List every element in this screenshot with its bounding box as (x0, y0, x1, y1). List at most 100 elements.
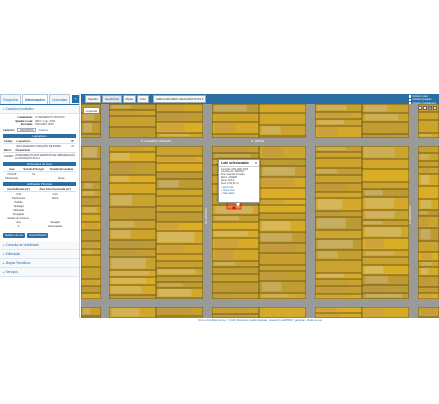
detalhes-lote-button[interactable]: Detalhes do Lote (3, 233, 26, 239)
footer-links[interactable]: Termo e Condições de Uso · © 2020 | Sist… (81, 318, 439, 324)
parcel-lot[interactable] (418, 146, 439, 153)
parcel-lot[interactable] (315, 158, 362, 168)
building-roof (215, 308, 249, 313)
cadastro-link[interactable]: Cadastro (38, 129, 48, 132)
parcel-lot[interactable] (259, 213, 306, 220)
building-roof (83, 207, 97, 213)
building-roof (364, 105, 388, 112)
tab-informacoes[interactable]: Informações (21, 94, 49, 104)
zoom-out-icon[interactable]: - (423, 106, 427, 110)
building-roof (262, 282, 282, 292)
parcel-lot[interactable] (259, 205, 306, 213)
parcel-lot[interactable] (156, 212, 203, 222)
cadastro-info: Loteamento: LOTEAMENTO CENTRO Quadra / Lo… (3, 116, 76, 228)
aerial-parcel-map[interactable]: R. SAGRADO CORAÇÃO R. JARDIMAV. CENTRAL R.… (81, 104, 439, 318)
parcel-lot[interactable] (81, 286, 101, 293)
parcel-lot[interactable] (81, 255, 101, 267)
section-consulta-header[interactable]: ▸Consulta de Viabilidade (0, 241, 79, 251)
section-mapas-header[interactable]: ▸Mapas Temáticos (0, 259, 79, 269)
section-cadastro-header[interactable]: ▾Cadastro Imobiliário (0, 105, 79, 114)
parcel-lot[interactable] (156, 276, 203, 282)
parcel-lot[interactable] (109, 116, 156, 127)
parcel-lot[interactable] (81, 293, 101, 299)
geoportal-button[interactable]: GeoPortal (102, 95, 122, 103)
parcel-lot[interactable] (259, 104, 306, 113)
parcel-lot[interactable] (259, 307, 306, 318)
popup-link-more[interactable]: + Mais dados (221, 193, 257, 196)
parcel-lot[interactable] (156, 163, 203, 172)
building-roof (363, 147, 396, 158)
parcel-lot[interactable] (315, 230, 362, 239)
chevron-down-icon: ▾ (201, 97, 204, 101)
parcel-lot[interactable] (109, 127, 156, 138)
parcel-lot[interactable] (315, 175, 362, 183)
section-servicos-header[interactable]: ▸Serviços (0, 268, 79, 278)
parcel-lot[interactable] (212, 282, 259, 293)
building-roof (365, 198, 394, 209)
building-roof (157, 269, 196, 275)
legend-button[interactable]: Legenda (83, 107, 100, 114)
building-roof (365, 276, 388, 284)
parcel-lot[interactable] (362, 122, 409, 134)
building-roof (158, 289, 192, 297)
parcel-lot[interactable] (259, 159, 306, 166)
parcel-lot[interactable] (81, 267, 101, 279)
parcel-lot[interactable] (259, 188, 306, 199)
map-viewport[interactable]: Satélite GeoPortal Mapa Foto SIMULADORES… (81, 94, 439, 318)
building-roof (262, 294, 289, 298)
satelite-button[interactable]: Satélite (85, 95, 102, 103)
parcel-lot[interactable] (212, 222, 259, 230)
parcel-lot[interactable] (212, 267, 259, 274)
tab-consultas[interactable]: Consultas (49, 94, 71, 104)
parcel-lot[interactable] (362, 257, 409, 265)
foto-button[interactable]: Foto (137, 95, 150, 103)
parcel-lot[interactable] (156, 206, 203, 212)
parcel-lot[interactable] (315, 260, 362, 273)
building-roof (317, 212, 339, 216)
parcel-lot[interactable] (212, 113, 259, 122)
simuladores-dropdown[interactable]: SIMULADORES GEOGRÁFICOS ▾ (153, 95, 207, 103)
parcel-lot[interactable] (156, 189, 203, 196)
building-roof (420, 200, 432, 209)
zoom-in-icon[interactable]: + (418, 106, 422, 110)
parcel-lot[interactable] (362, 169, 409, 182)
cadastro-select[interactable]: 0012345678 (17, 127, 37, 133)
parcel-lot[interactable] (81, 134, 101, 138)
parcel-lot[interactable] (259, 113, 306, 125)
parcel-lot[interactable] (362, 182, 409, 189)
parcel-lot[interactable] (418, 241, 439, 252)
layers-icon[interactable]: □ (433, 106, 437, 110)
parcel-lot[interactable] (315, 152, 362, 158)
parcel-lot[interactable] (362, 159, 409, 169)
parcel-lot[interactable] (156, 146, 203, 156)
section-edificacao-header[interactable]: ▸Edificação (0, 250, 79, 260)
parcel-lot[interactable] (418, 120, 439, 133)
building-roof (365, 135, 389, 137)
collapse-panel-button[interactable]: « (72, 95, 79, 103)
imprimir-boletim-button[interactable]: Imprimir Boletim (27, 233, 49, 239)
parcel-lot[interactable] (418, 287, 439, 293)
parcel-lot[interactable] (315, 192, 362, 198)
building-roof (83, 114, 95, 121)
parcel-lot[interactable] (418, 186, 439, 199)
parcel-lot[interactable] (156, 261, 203, 268)
parcel-lot[interactable] (156, 254, 203, 261)
parcel-lot[interactable] (212, 274, 259, 282)
close-icon[interactable]: × (255, 161, 257, 165)
parcel-lot[interactable] (259, 253, 306, 265)
building-roof (317, 251, 338, 259)
parcel-lot[interactable] (81, 159, 101, 169)
parcel-lot[interactable] (259, 265, 306, 271)
tab-geoportal[interactable]: Geoportal (0, 94, 21, 104)
mapa-button[interactable]: Mapa (122, 95, 137, 103)
parcel-lot[interactable] (109, 207, 156, 220)
parcel-lot[interactable] (418, 112, 439, 120)
parcel-lot[interactable] (81, 214, 101, 222)
parcel-lot[interactable] (259, 136, 306, 138)
fullscreen-icon[interactable]: ■ (428, 106, 432, 110)
parcel-lot[interactable] (81, 230, 101, 241)
building-roof (364, 266, 384, 274)
parcel-lot[interactable] (109, 183, 156, 194)
parcel-lot[interactable] (418, 161, 439, 167)
parcel-lot[interactable] (156, 196, 203, 206)
